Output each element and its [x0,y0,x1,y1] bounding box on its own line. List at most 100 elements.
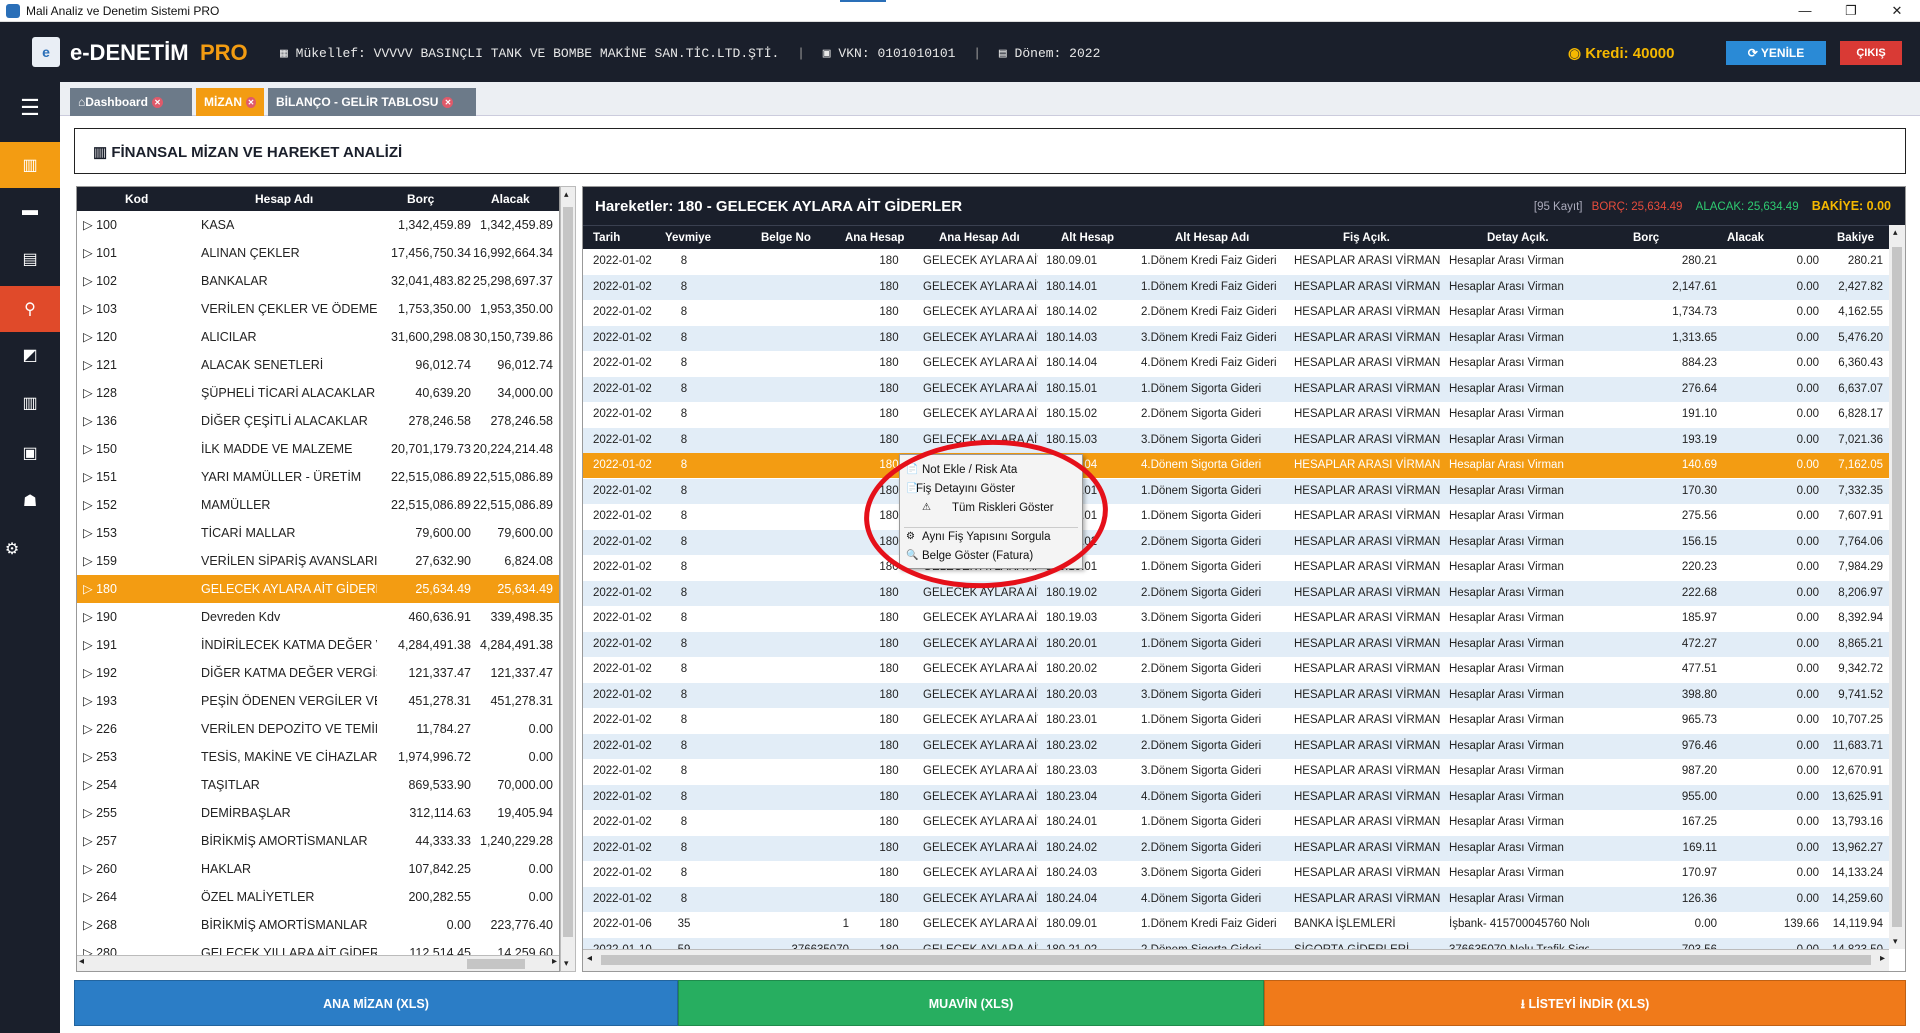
expand-arrow-icon[interactable]: ▷ [83,582,96,596]
scroll-right-icon[interactable]: ▸ [1880,953,1885,964]
header-alacak[interactable]: Alacak [491,192,530,206]
account-row[interactable]: ▷ 152 MAMÜLLER 22,515,086.89 22,515,086.89 [77,491,559,519]
menu-item-belge-goster[interactable]: 🔍 Belge Göster (Fatura) [900,547,1082,565]
header-borc[interactable]: Borç [1633,232,1659,244]
expand-arrow-icon[interactable]: ▷ [83,526,96,540]
expand-arrow-icon[interactable]: ▷ [83,890,96,904]
close-tab-icon[interactable]: ✕ [442,96,454,108]
menu-item-tum-riskler[interactable]: ⚠ Tüm Riskleri Göster [900,499,1082,517]
expand-arrow-icon[interactable]: ▷ [83,806,96,820]
expand-arrow-icon[interactable]: ▷ [83,274,96,288]
header-alacak[interactable]: Alacak [1727,232,1764,244]
scrollbar-thumb[interactable] [563,207,573,937]
menu-item-fis-detay[interactable]: 📄 Fiş Detayını Göster [900,480,1082,498]
account-row[interactable]: ▷ 180 GELECEK AYLARA AİT GİDERLER 25,634.4… [77,575,559,603]
transaction-row[interactable]: 2022-01-028180GELECEK AYLARA AİT GİDERLE… [583,504,1889,529]
expand-arrow-icon[interactable]: ▷ [83,694,96,708]
header-yevmiye[interactable]: Yevmiye [665,232,711,244]
account-row[interactable]: ▷ 226 VERİLEN DEPOZİTO VE TEMİNATLAR 11,78… [77,715,559,743]
sidebar-item-search[interactable]: ⚲ [0,286,60,332]
account-row[interactable]: ▷ 101 ALINAN ÇEKLER 17,456,750.34 16,992,66… [77,239,559,267]
header-alt-hesap[interactable]: Alt Hesap [1061,232,1114,244]
scroll-up-icon[interactable]: ▴ [1893,227,1898,238]
expand-arrow-icon[interactable]: ▷ [83,442,96,456]
scroll-up-icon[interactable]: ▴ [564,189,569,200]
transaction-row[interactable]: 2022-01-028180GELECEK AYLARA AİT GİDERLE… [583,249,1889,274]
expand-arrow-icon[interactable]: ▷ [83,414,96,428]
scrollbar-thumb[interactable] [1892,247,1902,927]
account-row[interactable]: ▷ 255 DEMİRBAŞLAR 312,114.63 19,405.94 [77,799,559,827]
sidebar-item-report[interactable]: ▥ [0,380,60,426]
header-belge-no[interactable]: Belge No [761,232,811,244]
scroll-left-icon[interactable]: ◂ [587,953,592,964]
transaction-row[interactable]: 2022-01-028180GELECEK AYLARA AİT GİDERLE… [583,682,1889,708]
menu-item-ayni-fis[interactable]: ⚙ Aynı Fiş Yapısını Sorgula [900,528,1082,546]
expand-arrow-icon[interactable]: ▷ [83,666,96,680]
scrollbar-thumb[interactable] [467,959,525,969]
transaction-row[interactable]: 2022-01-028180GELECEK AYLARA AİT GİDERLE… [583,631,1889,657]
tab-bilanco[interactable]: BİLANÇO - GELİR TABLOSU ✕ [268,88,476,116]
account-row[interactable]: ▷ 193 PEŞİN ÖDENEN VERGİLER VE FONLAR 451,… [77,687,559,715]
account-row[interactable]: ▷ 191 İNDİRİLECEK KATMA DEĞER VERGİSİ 4,28… [77,631,559,659]
menu-toggle-icon[interactable]: ☰ [0,86,60,130]
transaction-row[interactable]: 2022-01-028180GELECEK AYLARA AİT GİDERLE… [583,886,1889,912]
minimize-button[interactable]: — [1782,0,1828,22]
vertical-scrollbar[interactable]: ▴ ▾ [1889,225,1905,949]
horizontal-scrollbar[interactable]: ◂ ▸ [77,955,559,971]
expand-arrow-icon[interactable]: ▷ [83,386,96,400]
transaction-row[interactable]: 2022-01-028180GELECEK AYLARA AİT GİDERLE… [583,835,1889,861]
transaction-row[interactable]: 2022-01-06 35 1 180 GELECEK AYLARA AİT GİDER… [583,912,1889,937]
transaction-row[interactable]: 2022-01-028180GELECEK AYLARA AİT GİDERLE… [583,810,1889,835]
transaction-row[interactable]: 2022-01-028180GELECEK AYLARA AİT GİDERLE… [583,708,1889,733]
transaction-row[interactable]: 2022-01-028180GELECEK AYLARA AİT GİDERLE… [583,606,1889,631]
expand-arrow-icon[interactable]: ▷ [83,218,96,232]
transaction-row[interactable]: 2022-01-028180GELECEK AYLARA AİT GİDERLE… [583,759,1889,784]
expand-arrow-icon[interactable]: ▷ [83,834,96,848]
header-fis-aciklama[interactable]: Fiş Açık. [1343,232,1390,244]
expand-arrow-icon[interactable]: ▷ [83,302,96,316]
transaction-row[interactable]: 2022-01-028180GELECEK AYLARA AİT GİDERLE… [583,657,1889,682]
refresh-button[interactable]: ⟳ YENİLE [1726,41,1826,65]
header-detay-aciklama[interactable]: Detay Açık. [1487,232,1549,244]
listeyi-indir-button[interactable]: ⭳ LİSTEYİ İNDİR (XLS) [1264,980,1906,1026]
account-row[interactable]: ▷ 150 İLK MADDE VE MALZEME 20,701,179.73 20… [77,435,559,463]
account-row[interactable]: ▷ 192 DİĞER KATMA DEĞER VERGİSİ 121,337.47… [77,659,559,687]
transaction-row[interactable]: 2022-01-028180GELECEK AYLARA AİT GİDERLE… [583,861,1889,886]
transaction-row[interactable]: 2022-01-028180GELECEK AYLARA AİT GİDERLE… [583,376,1889,402]
transaction-row[interactable]: 2022-01-028180GELECEK AYLARA AİT GİDERLE… [583,784,1889,810]
account-row[interactable]: ▷ 136 DİĞER ÇEŞİTLİ ALACAKLAR 278,246.58 27… [77,407,559,435]
account-row[interactable]: ▷ 103 VERİLEN ÇEKLER VE ÖDEME EMİRLERİ 1,7… [77,295,559,323]
header-kod[interactable]: Kod [125,192,148,206]
tab-dashboard[interactable]: ⌂ Dashboard ✕ [70,88,192,116]
expand-arrow-icon[interactable]: ▷ [83,554,96,568]
sidebar-item-users[interactable]: ☗ [0,478,60,524]
expand-arrow-icon[interactable]: ▷ [83,722,96,736]
scroll-right-icon[interactable]: ▸ [552,956,557,967]
account-row[interactable]: ▷ 253 TESİS, MAKİNE VE CİHAZLAR 1,974,996.… [77,743,559,771]
expand-arrow-icon[interactable]: ▷ [83,918,96,932]
transaction-row[interactable]: 2022-01-028180GELECEK AYLARA AİT GİDERLE… [583,300,1889,325]
expand-arrow-icon[interactable]: ▷ [83,750,96,764]
expand-arrow-icon[interactable]: ▷ [83,610,96,624]
scroll-down-icon[interactable]: ▾ [1893,936,1898,947]
header-ana-hesap-adi[interactable]: Ana Hesap Adı [939,232,1020,244]
exit-button[interactable]: ÇIKIŞ [1840,41,1902,65]
header-tarih[interactable]: Tarih [593,232,620,244]
sidebar-item-archive[interactable]: ▣ [0,430,60,476]
expand-arrow-icon[interactable]: ▷ [83,638,96,652]
header-alt-hesap-adi[interactable]: Alt Hesap Adı [1175,232,1249,244]
account-row[interactable]: ▷ 100 KASA 1,342,459.89 1,342,459.89 [77,211,559,239]
close-button[interactable]: ✕ [1874,0,1920,22]
scrollbar-thumb[interactable] [601,955,1871,965]
transaction-row[interactable]: 2022-01-028180GELECEK AYLARA AİT GİDERLE… [583,427,1889,453]
header-bakiye[interactable]: Bakiye [1837,232,1874,244]
scroll-left-icon[interactable]: ◂ [79,956,84,967]
sidebar-item-document[interactable]: ▤ [0,236,60,282]
account-row[interactable]: ▷ 153 TİCARİ MALLAR 79,600.00 79,600.00 [77,519,559,547]
close-tab-icon[interactable]: ✕ [246,96,256,108]
account-row[interactable]: ▷ 102 BANKALAR 32,041,483.82 25,298,697.37 [77,267,559,295]
account-row[interactable]: ▷ 260 HAKLAR 107,842.25 0.00 [77,855,559,883]
sidebar-item-chart[interactable]: ◩ [0,332,60,378]
header-borc[interactable]: Borç [407,192,434,206]
account-row[interactable]: ▷ 254 TAŞITLAR 869,533.90 70,000.00 [77,771,559,799]
